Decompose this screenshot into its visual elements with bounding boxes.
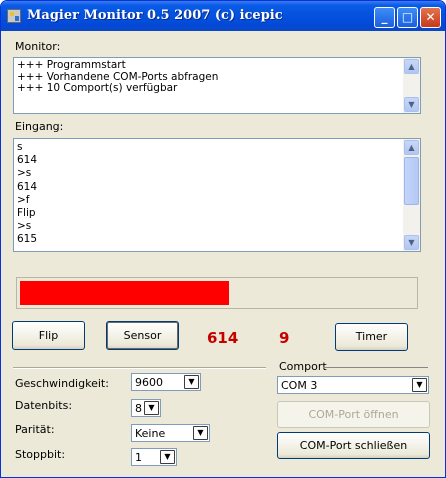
progress-fill [20, 281, 229, 305]
flip-button[interactable]: Flip [12, 321, 85, 350]
close-button[interactable]: ✕ [420, 7, 441, 28]
eingang-log[interactable]: s 614 >s 614 >f Flip >s 615 ▲ ▼ [13, 138, 421, 252]
window-title: Magier Monitor 0.5 2007 (c) icepic [27, 8, 283, 23]
count-value: 9 [279, 329, 290, 347]
chevron-down-icon[interactable]: ▼ [412, 378, 427, 392]
monitor-log[interactable]: +++ Programmstart +++ Vorhandene COM-Por… [13, 57, 421, 114]
eingang-label: Eingang: [15, 120, 64, 133]
eingang-log-text: s 614 >s 614 >f Flip >s 615 [17, 141, 38, 246]
parity-select[interactable]: Keine ▼ [131, 424, 210, 442]
progress-bar [16, 277, 418, 309]
minimize-button[interactable]: _ [374, 7, 395, 28]
speed-label: Geschwindigkeit: [15, 377, 109, 390]
scroll-thumb[interactable] [404, 157, 419, 205]
eingang-scrollbar[interactable]: ▲ ▼ [403, 139, 420, 251]
chevron-down-icon[interactable]: ▼ [160, 450, 175, 464]
scroll-up-icon[interactable]: ▲ [404, 140, 419, 155]
sensor-value: 614 [207, 329, 239, 347]
monitor-scrollbar[interactable]: ▲ ▼ [403, 58, 420, 113]
app-window: Magier Monitor 0.5 2007 (c) icepic _ □ ✕… [0, 0, 446, 478]
timer-button[interactable]: Timer [335, 323, 408, 351]
app-icon [7, 9, 21, 23]
scroll-down-icon[interactable]: ▼ [404, 97, 419, 112]
title-bar[interactable]: Magier Monitor 0.5 2007 (c) icepic _ □ ✕ [1, 1, 445, 31]
speed-select[interactable]: 9600 ▼ [131, 373, 201, 391]
databits-value: 8 [135, 402, 142, 415]
comport-group-line [323, 367, 428, 368]
maximize-button[interactable]: □ [397, 7, 418, 28]
settings-divider [13, 367, 266, 369]
databits-label: Datenbits: [15, 399, 73, 412]
sensor-button[interactable]: Sensor [106, 321, 179, 350]
close-port-button[interactable]: COM-Port schließen [277, 432, 430, 459]
stopbits-value: 1 [135, 451, 142, 464]
comport-value: COM 3 [281, 379, 318, 392]
parity-value: Keine [135, 427, 166, 440]
chevron-down-icon[interactable]: ▼ [184, 375, 199, 389]
databits-select[interactable]: 8 ▼ [131, 399, 161, 417]
chevron-down-icon[interactable]: ▼ [144, 401, 159, 415]
scroll-down-icon[interactable]: ▼ [404, 235, 419, 250]
parity-label: Parität: [15, 423, 55, 436]
chevron-down-icon[interactable]: ▼ [193, 426, 208, 440]
speed-value: 9600 [135, 376, 163, 389]
open-port-button[interactable]: COM-Port öffnen [277, 401, 430, 428]
scroll-up-icon[interactable]: ▲ [404, 59, 419, 74]
monitor-log-text: +++ Programmstart +++ Vorhandene COM-Por… [17, 59, 219, 94]
comport-label: Comport [279, 360, 327, 373]
comport-select[interactable]: COM 3 ▼ [277, 376, 429, 394]
stopbits-label: Stoppbit: [15, 448, 66, 461]
monitor-label: Monitor: [15, 40, 61, 53]
stopbits-select[interactable]: 1 ▼ [131, 448, 177, 466]
